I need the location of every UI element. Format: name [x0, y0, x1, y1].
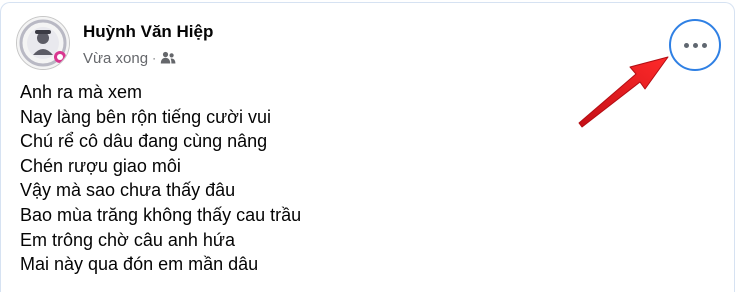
post-content: Anh ra mà xem Nay làng bên rộn tiếng cườ… [20, 80, 301, 277]
meta-separator: · [152, 51, 157, 65]
post-line: Vậy mà sao chưa thấy đâu [20, 180, 236, 201]
post-line: Anh ra mà xem [20, 82, 143, 102]
post-line: Em trông chờ câu anh hứa [20, 229, 235, 250]
more-horizontal-icon [683, 42, 707, 48]
avatar-image [17, 17, 69, 69]
post-line: Chén rượu giao môi [20, 155, 181, 176]
post-line: Mai này qua đón em mần dâu [20, 254, 259, 275]
friends-icon[interactable] [160, 51, 176, 65]
post-timestamp[interactable]: Vừa xong [83, 50, 148, 67]
post-card: Huỳnh Văn Hiệp Vừa xong · Anh ra mà xem … [0, 2, 735, 292]
post-line: Chú rể cô dâu đang cùng nâng [20, 131, 268, 152]
post-line: Bao mùa trăng không thấy cau trầu [20, 204, 302, 225]
author-name[interactable]: Huỳnh Văn Hiệp [83, 22, 213, 42]
post-line: Nay làng bên rộn tiếng cười vui [20, 106, 271, 127]
post-meta: Vừa xong · [83, 48, 176, 68]
author-avatar[interactable] [16, 16, 70, 70]
more-options-button[interactable] [669, 19, 721, 71]
